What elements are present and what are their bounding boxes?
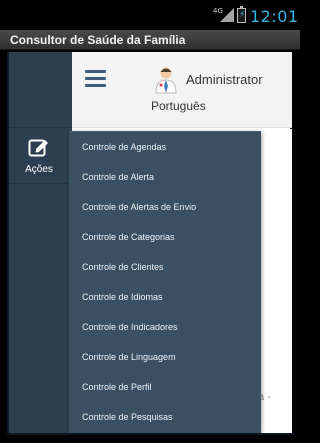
status-clock: 12:01 (250, 7, 299, 26)
sidebar-item-label: Ações (25, 164, 53, 175)
top-header: Administrator Português (72, 52, 292, 128)
sidebar-top (9, 52, 72, 128)
sidebar: Ações (9, 52, 72, 433)
menu-item-categorias[interactable]: Controle de Categorias (69, 222, 261, 252)
edit-icon (28, 139, 48, 157)
sidebar-item-acoes[interactable]: Ações (9, 130, 72, 184)
signal-icon (220, 8, 234, 22)
menu-item-idiomas[interactable]: Controle de Idiomas (69, 282, 261, 312)
menu-item-agendas[interactable]: Controle de Agendas (69, 132, 261, 162)
menu-item-perfil[interactable]: Controle de Perfil (69, 372, 261, 402)
doctor-avatar-icon (155, 67, 177, 94)
menu-item-linguagem[interactable]: Controle de Linguagem (69, 342, 261, 372)
battery-icon: ⚡ (237, 6, 246, 23)
menu-item-indicadores[interactable]: Controle de Indicadores (69, 312, 261, 342)
hamburger-icon[interactable] (85, 70, 106, 88)
menu-item-alertas-envio[interactable]: Controle de Alertas de Envio (69, 192, 261, 222)
user-name[interactable]: Administrator (186, 72, 263, 87)
status-bar: 4G ⚡ 12:01 (0, 0, 300, 30)
menu-item-clientes[interactable]: Controle de Clientes (69, 252, 261, 282)
language-selector[interactable]: Português (151, 99, 206, 113)
window-titlebar: Consultor de Saúde da Família (0, 30, 300, 50)
menu-item-alerta[interactable]: Controle de Alerta (69, 162, 261, 192)
menu-item-pesquisas[interactable]: Controle de Pesquisas (69, 402, 261, 432)
actions-dropdown-menu: Controle de Agendas Controle de Alerta C… (69, 131, 261, 433)
app-frame: Ações Administrator Português a - Contro… (7, 52, 292, 435)
window-title: Consultor de Saúde da Família (10, 33, 186, 47)
